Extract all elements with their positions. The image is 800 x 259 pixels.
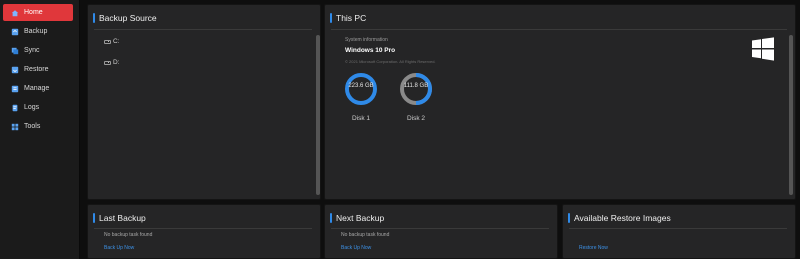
manage-icon bbox=[11, 85, 19, 93]
this-pc-title: This PC bbox=[336, 13, 367, 23]
panel-title: Available Restore Images bbox=[568, 213, 671, 223]
sidebar-item-label: Restore bbox=[24, 66, 49, 73]
disk-2-size: 111.8 GB bbox=[403, 83, 429, 89]
accent-bar bbox=[93, 213, 95, 223]
accent-bar bbox=[330, 213, 332, 223]
backup-source-panel: Backup Source C: D: bbox=[87, 4, 321, 200]
disk-2[interactable]: 111.8 GB Disk 2 bbox=[398, 71, 434, 122]
disk-1[interactable]: 223.6 GB Disk 1 bbox=[343, 71, 379, 122]
disk-1-size: 223.6 GB bbox=[348, 83, 374, 89]
divider bbox=[94, 29, 312, 30]
scrollbar[interactable] bbox=[789, 35, 793, 195]
divider bbox=[94, 228, 312, 229]
scrollbar[interactable] bbox=[316, 35, 320, 195]
panel-title: Last Backup bbox=[93, 213, 146, 223]
panel-title: Next Backup bbox=[330, 213, 384, 223]
tools-icon bbox=[11, 123, 19, 131]
next-backup-title: Next Backup bbox=[336, 213, 385, 223]
sidebar-item-backup[interactable]: Backup bbox=[3, 23, 73, 40]
sidebar-item-label: Tools bbox=[24, 123, 41, 130]
accent-bar bbox=[330, 13, 332, 23]
divider bbox=[331, 228, 549, 229]
windows-logo-icon bbox=[752, 37, 774, 61]
backup-source-title: Backup Source bbox=[99, 13, 157, 23]
disk-2-label: Disk 2 bbox=[406, 115, 426, 122]
panel-title: Backup Source bbox=[93, 13, 157, 23]
sidebar-item-label: Home bbox=[24, 9, 43, 16]
drive-item-c[interactable]: C: bbox=[104, 38, 120, 45]
last-backup-status: No backup task found bbox=[104, 232, 153, 238]
this-pc-panel: This PC System information Windows 10 Pr… bbox=[324, 4, 796, 200]
backup-icon bbox=[11, 28, 19, 36]
disk-1-ring bbox=[345, 73, 377, 105]
system-info-label: System information bbox=[345, 37, 388, 43]
drive-label: D: bbox=[113, 59, 120, 66]
sidebar-item-restore[interactable]: Restore bbox=[3, 61, 73, 78]
drive-label: C: bbox=[113, 38, 120, 45]
sidebar-item-label: Backup bbox=[24, 28, 48, 35]
accent-bar bbox=[568, 213, 570, 223]
back-up-now-link[interactable]: Back Up Now bbox=[341, 245, 371, 251]
accent-bar bbox=[93, 13, 95, 23]
divider bbox=[331, 29, 787, 30]
disk-1-label: Disk 1 bbox=[351, 115, 371, 122]
sidebar-item-sync[interactable]: Sync bbox=[3, 42, 73, 59]
divider bbox=[569, 228, 787, 229]
last-backup-title: Last Backup bbox=[99, 213, 146, 223]
sidebar-item-logs[interactable]: Logs bbox=[3, 99, 73, 116]
logs-icon bbox=[11, 104, 19, 112]
restore-icon bbox=[11, 66, 19, 74]
sidebar-item-manage[interactable]: Manage bbox=[3, 80, 73, 97]
sidebar-item-tools[interactable]: Tools bbox=[3, 118, 73, 135]
sidebar-item-label: Manage bbox=[24, 85, 50, 92]
home-icon bbox=[11, 9, 19, 17]
next-backup-panel: Next Backup No backup task found Back Up… bbox=[324, 204, 558, 259]
restore-images-panel: Available Restore Images Restore Now bbox=[562, 204, 796, 259]
copyright-text: © 2021 Microsoft Corporation. All Rights… bbox=[345, 59, 436, 64]
next-backup-status: No backup task found bbox=[341, 232, 390, 238]
sync-icon bbox=[11, 47, 19, 55]
last-backup-panel: Last Backup No backup task found Back Up… bbox=[87, 204, 321, 259]
disk-2-ring bbox=[400, 73, 433, 105]
sidebar: Home Backup Sync Restore Manage Logs Too… bbox=[0, 0, 80, 259]
restore-now-link[interactable]: Restore Now bbox=[579, 245, 608, 251]
hard-drive-icon bbox=[104, 60, 111, 65]
panel-title: This PC bbox=[330, 13, 366, 23]
drive-item-d[interactable]: D: bbox=[104, 59, 120, 66]
sidebar-item-home[interactable]: Home bbox=[3, 4, 73, 21]
restore-images-title: Available Restore Images bbox=[574, 213, 671, 223]
hard-drive-icon bbox=[104, 39, 111, 44]
back-up-now-link[interactable]: Back Up Now bbox=[104, 245, 134, 251]
sidebar-item-label: Logs bbox=[24, 104, 40, 111]
os-name: Windows 10 Pro bbox=[345, 47, 396, 54]
sidebar-item-label: Sync bbox=[24, 47, 40, 54]
